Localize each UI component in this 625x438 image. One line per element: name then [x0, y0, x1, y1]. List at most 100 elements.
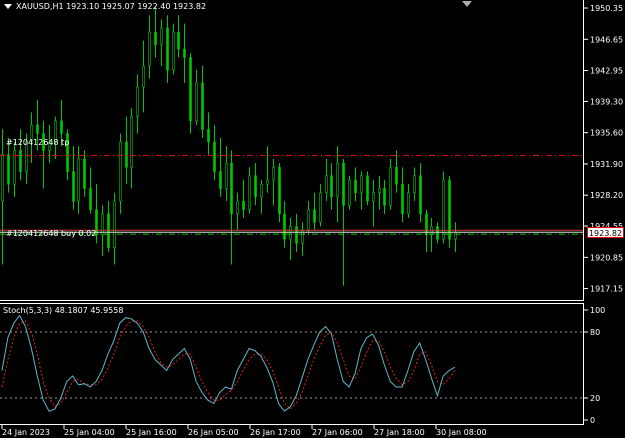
candle-body	[389, 167, 392, 206]
candle-body	[19, 150, 22, 172]
candle-body	[354, 179, 357, 193]
candle-body	[260, 183, 263, 198]
stoch-lines	[1, 314, 456, 412]
price-tick-label: 1942.95	[590, 67, 623, 76]
candle-body	[295, 226, 298, 244]
price-tick-label: 1931.90	[590, 160, 623, 169]
candle-body	[195, 82, 198, 122]
stoch-levels	[0, 331, 583, 399]
stoch-signal-line	[1, 320, 456, 410]
time-tick-label: 25 Jan 16:00	[126, 428, 177, 437]
candle-body	[148, 31, 151, 67]
candle-body	[378, 188, 381, 193]
stoch-tick-label: 80	[590, 328, 600, 337]
candle-body	[372, 192, 375, 202]
candle-body	[242, 200, 245, 210]
current-price-tag: 1923.82	[587, 227, 624, 238]
candle-body	[366, 175, 369, 202]
candle-body	[419, 175, 422, 215]
price-tick-label: 1946.65	[590, 35, 623, 44]
dropdown-arrow-icon[interactable]	[4, 4, 12, 9]
candle-body	[113, 200, 116, 248]
candle-body	[413, 175, 416, 193]
price-tick-label: 1935.60	[590, 129, 623, 138]
price-tick-label: 1917.15	[590, 285, 623, 294]
candle-body	[177, 31, 180, 50]
candle-body	[89, 188, 92, 210]
candle-body	[454, 231, 457, 240]
price-axis: 1950.35 1946.65 1942.95 1939.30 1935.60 1931.…	[584, 4, 623, 294]
time-tick-label: 27 Jan 06:00	[312, 428, 363, 437]
time-tick-label: 25 Jan 04:00	[64, 428, 115, 437]
price-tick-label: 1920.85	[590, 253, 623, 262]
candle-body	[330, 175, 333, 198]
candle-body	[254, 175, 257, 198]
candle-body	[289, 226, 292, 240]
price-tick-label: 1939.30	[590, 97, 623, 106]
candle-body	[436, 226, 439, 240]
candle-body	[307, 209, 310, 232]
stoch-axis: 100 80 20 0	[584, 306, 605, 425]
time-tick-label: 26 Jan 17:00	[250, 428, 301, 437]
candle-body	[278, 167, 281, 215]
buy-order-label: #120412648 buy 0.02	[6, 229, 97, 238]
stoch-main-line	[1, 314, 456, 412]
candle-body	[72, 171, 75, 202]
candle-body	[1, 154, 4, 202]
stoch-indicator-label: Stoch(5,3,3) 48.1807 45.9558	[3, 306, 124, 315]
candle-body	[272, 167, 275, 181]
candle-body	[248, 175, 251, 210]
candle-body	[77, 158, 80, 202]
candle-body	[266, 179, 269, 185]
stoch-tick-label: 0	[590, 416, 595, 425]
collapse-arrow-icon[interactable]	[462, 1, 472, 7]
candle-body	[130, 116, 133, 168]
candle-body	[154, 31, 157, 46]
candle-body	[142, 65, 145, 88]
chart-frame	[0, 0, 584, 425]
candle-body	[313, 209, 316, 223]
candle-body	[219, 171, 222, 189]
candle-body	[213, 141, 216, 172]
time-tick-label: 24 Jan 2023	[2, 428, 50, 437]
candle-body	[83, 158, 86, 189]
symbol-header[interactable]: XAUUSD,H1 1923.10 1925.07 1922.40 1923.8…	[4, 2, 206, 11]
candle-body	[7, 154, 10, 185]
candle-body	[283, 213, 286, 240]
candle-body	[360, 175, 363, 193]
candle-body	[136, 86, 139, 117]
candle-body	[60, 120, 63, 134]
candle-body	[160, 27, 163, 46]
candle-body	[172, 31, 175, 71]
candle-body	[125, 141, 128, 168]
stoch-tick-label: 20	[590, 394, 600, 403]
time-tick-label: 27 Jan 18:00	[374, 428, 425, 437]
candle-body	[336, 162, 339, 198]
stoch-tick-label: 100	[590, 306, 605, 315]
candle-body	[183, 48, 186, 58]
candle-body	[236, 200, 239, 215]
candle-body	[225, 162, 228, 189]
price-tick-label: 1928.20	[590, 191, 623, 200]
candle-body	[342, 162, 345, 206]
candle-body	[230, 162, 233, 215]
candle-body	[36, 124, 39, 134]
symbol-info-text: XAUUSD,H1 1923.10 1925.07 1922.40 1923.8…	[16, 2, 207, 11]
candle-body	[189, 57, 192, 122]
time-tick-label: 30 Jan 08:00	[436, 428, 487, 437]
tp-order-label: #120412648 tp	[6, 138, 70, 147]
candle-body	[119, 141, 122, 202]
candle-body	[207, 128, 210, 143]
candle-body	[395, 167, 398, 185]
candles-group	[1, 6, 457, 286]
candle-body	[348, 179, 351, 206]
order-lines	[0, 154, 583, 235]
candle-body	[319, 192, 322, 223]
candle-body	[166, 27, 169, 71]
candle-body	[383, 188, 386, 206]
candle-body	[201, 82, 204, 130]
chart-canvas: 1950.35 1946.65 1942.95 1939.30 1935.60 1931.…	[0, 0, 623, 437]
candle-body	[325, 175, 328, 193]
price-tick-label: 1950.35	[590, 4, 623, 13]
time-axis: 24 Jan 2023 25 Jan 04:00 25 Jan 16:00 26 Ja…	[1, 425, 487, 437]
